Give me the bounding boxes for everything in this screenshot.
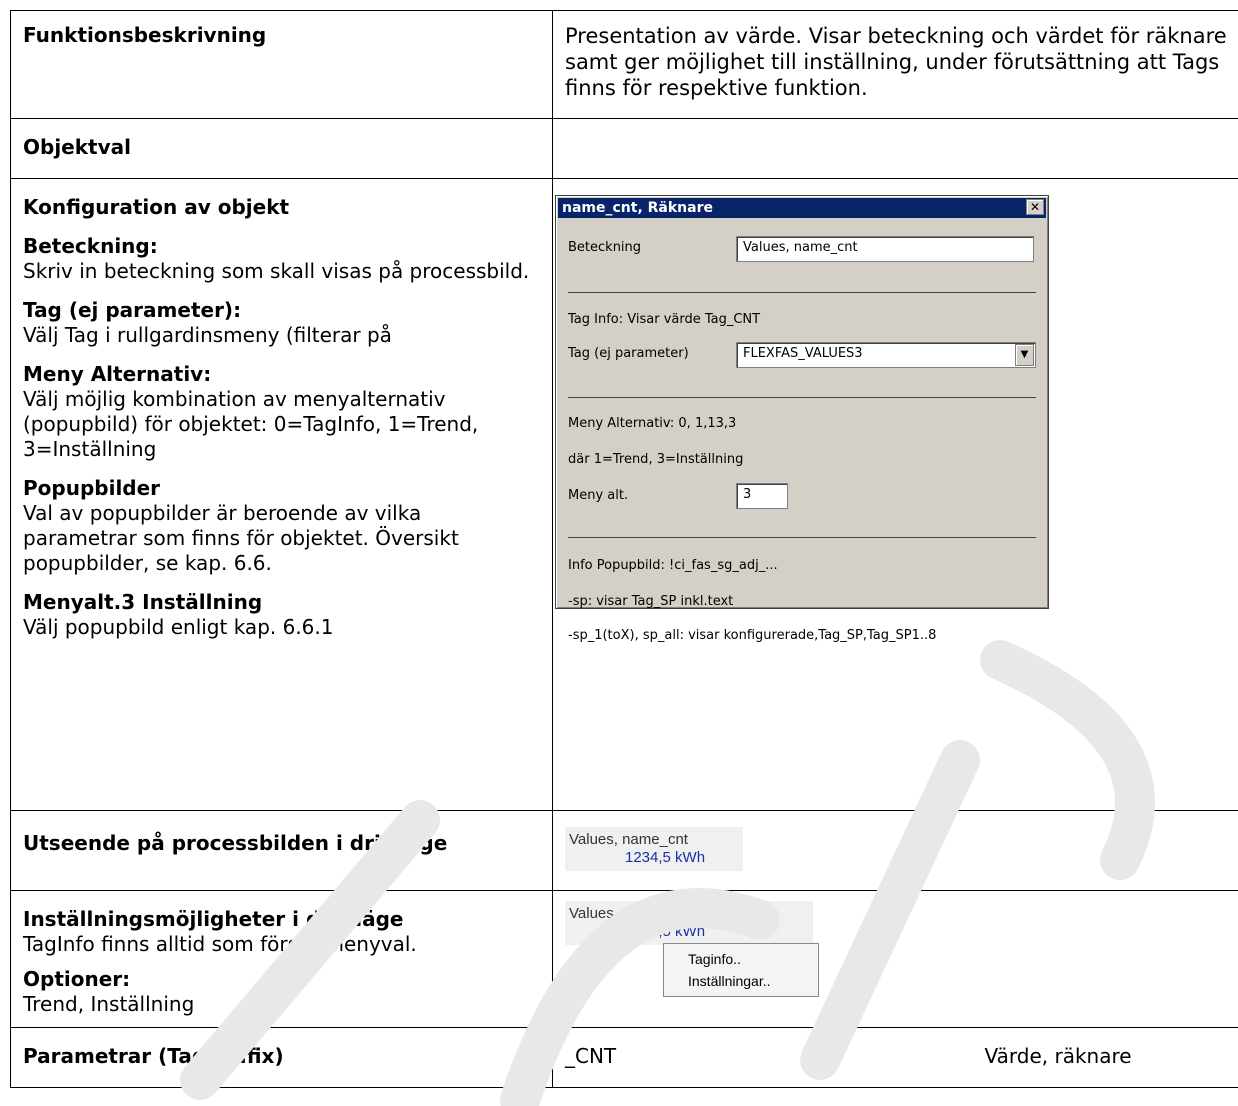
separator xyxy=(568,292,1036,293)
group-title: Meny Alternativ: xyxy=(23,362,212,386)
row-installning: Inställningsmöjligheter i driftläge TagI… xyxy=(10,890,1238,1028)
beteckning-input[interactable]: Values, name_cnt xyxy=(736,236,1034,262)
installning-text: TagInfo finns alltid som första menyval. xyxy=(23,932,417,956)
beteckning-label: Beteckning xyxy=(568,240,642,255)
group-title: Menyalt.3 Inställning xyxy=(23,590,263,614)
utseende-label: Utseende på processbilden i driftläge xyxy=(23,831,448,855)
group-meny-alternativ: Meny Alternativ: Välj möjlig kombination… xyxy=(23,362,540,462)
funktion-text: Presentation av värde. Visar beteckning … xyxy=(565,24,1227,100)
process-view-value: 1234,5 kWh xyxy=(625,849,706,866)
separator xyxy=(568,537,1036,538)
group-text: Välj möjlig kombination av menyalternati… xyxy=(23,387,479,461)
funktion-label: Funktionsbeskrivning xyxy=(23,23,267,47)
group-title: Popupbilder xyxy=(23,476,161,500)
process-view[interactable]: Values, name_cnt 1234,5 kWh xyxy=(565,901,813,945)
group-title: Beteckning: xyxy=(23,234,158,258)
process-view-value: 1234,5 kWh xyxy=(625,923,706,940)
context-menu-demo: Values, name_cnt 1234,5 kWh Taginfo.. In… xyxy=(565,901,1237,1011)
group-text: Välj Tag i rullgardinsmeny (filterar på xyxy=(23,323,392,347)
tag-select[interactable]: FLEXFAS_VALUES3 ▼ xyxy=(736,342,1036,368)
konfig-label: Konfiguration av objekt xyxy=(23,195,290,219)
group-beteckning: Beteckning: Skriv in beteckning som skal… xyxy=(23,234,540,284)
group-text: Skriv in beteckning som skall visas på p… xyxy=(23,259,530,283)
dialog-title: name_cnt, Räknare xyxy=(558,198,1046,218)
meny-alt-label: Meny alt. xyxy=(568,488,629,503)
tag-select-value: FLEXFAS_VALUES3 xyxy=(743,346,863,361)
tag-suffix: _CNT xyxy=(565,1044,617,1068)
installning-label: Inställningsmöjligheter i driftläge xyxy=(23,907,404,931)
tag-label: Tag (ej parameter) xyxy=(568,346,689,361)
separator xyxy=(568,397,1036,398)
row-konfig: Konfiguration av objekt Beteckning: Skri… xyxy=(10,178,1238,811)
optioner-text: Trend, Inställning xyxy=(23,992,195,1016)
dar-text: där 1=Trend, 3=Inställning xyxy=(568,452,744,467)
row-funktion: Funktionsbeskrivning Presentation av vär… xyxy=(10,10,1238,119)
group-tag: Tag (ej parameter): Välj Tag i rullgardi… xyxy=(23,298,540,348)
context-menu: Taginfo.. Inställningar.. xyxy=(663,943,819,997)
group-text: Val av popupbilder är beroende av vilka … xyxy=(23,501,459,575)
process-view-name: Values, name_cnt xyxy=(569,831,688,848)
tag-suffix-description: Värde, räknare xyxy=(984,1044,1132,1068)
group-text: Välj popupbild enligt kap. 6.6.1 xyxy=(23,615,334,639)
menu-item-installningar[interactable]: Inställningar.. xyxy=(664,970,818,992)
row-utseende: Utseende på processbilden i driftläge Va… xyxy=(10,810,1238,891)
parametrar-label: Parametrar (Tag suffix) xyxy=(23,1044,284,1068)
group-popupbilder: Popupbilder Val av popupbilder är beroen… xyxy=(23,476,540,576)
config-dialog: name_cnt, Räknare ✕ Beteckning Values, n… xyxy=(555,195,1049,643)
group-title: Tag (ej parameter): xyxy=(23,298,242,322)
meny-alt-info: Meny Alternativ: 0, 1,13,3 xyxy=(568,416,737,431)
menu-item-taginfo[interactable]: Taginfo.. xyxy=(664,948,818,970)
objektval-label: Objektval xyxy=(23,135,131,159)
optioner-title: Optioner: xyxy=(23,967,131,991)
taginfo-text: Tag Info: Visar värde Tag_CNT xyxy=(568,312,761,327)
info-popup-text: Info Popupbild: !ci_fas_sg_adj_... xyxy=(568,558,778,573)
row-objektval: Objektval xyxy=(10,118,1238,179)
chevron-down-icon[interactable]: ▼ xyxy=(1015,344,1034,366)
process-view: Values, name_cnt 1234,5 kWh xyxy=(565,827,743,871)
sp1-text: -sp_1(toX), sp_all: visar konfigurerade,… xyxy=(568,628,937,643)
row-parametrar: Parametrar (Tag suffix) _CNT Värde, räkn… xyxy=(10,1027,1238,1088)
process-view-name: Values, name_cnt xyxy=(569,905,688,922)
close-icon[interactable]: ✕ xyxy=(1026,199,1044,215)
function-table: Funktionsbeskrivning Presentation av vär… xyxy=(10,10,1238,1088)
group-menyalt3: Menyalt.3 Inställning Välj popupbild enl… xyxy=(23,590,540,640)
meny-alt-input[interactable]: 3 xyxy=(736,483,788,509)
sp-text: -sp: visar Tag_SP inkl.text xyxy=(568,594,734,609)
